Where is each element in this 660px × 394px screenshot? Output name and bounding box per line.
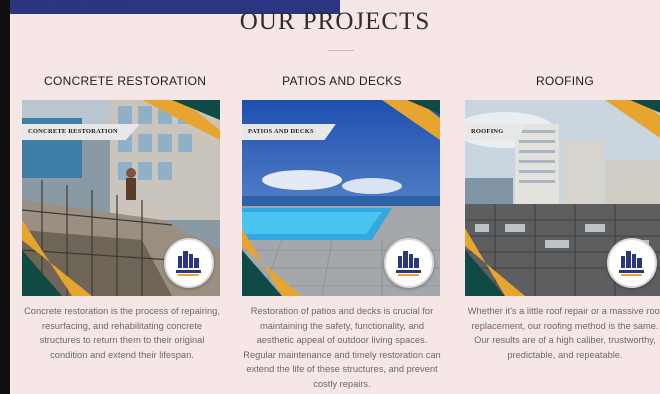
page-title: OUR PROJECTS xyxy=(239,8,431,35)
project-card-concrete[interactable]: CONCRETE RESTORATION CONCRETE RESTORATIO… xyxy=(22,72,222,362)
project-description: Restoration of patios and decks is cruci… xyxy=(243,306,441,389)
city-skyline-logo-icon xyxy=(396,251,421,276)
project-card-roofing[interactable]: ROOFING ROOFING Whether it's a little ro… xyxy=(465,72,660,362)
company-logo-badge xyxy=(164,238,214,288)
city-skyline-logo-icon xyxy=(176,251,201,276)
project-image[interactable]: CONCRETE RESTORATION xyxy=(22,100,220,296)
project-image[interactable]: PATIOS AND DECKS xyxy=(242,100,440,296)
project-image[interactable]: ROOFING xyxy=(465,100,660,296)
company-logo-badge xyxy=(384,238,434,288)
page-frame: NEW OUR PROJECTS CONCRETE RESTORATION xyxy=(10,0,660,394)
project-tag: CONCRETE RESTORATION xyxy=(22,124,140,140)
project-card-patios[interactable]: PATIOS AND DECKS PATIOS AND DECKS Restor… xyxy=(242,72,442,391)
city-skyline-logo-icon xyxy=(619,251,644,276)
company-logo-badge xyxy=(607,238,657,288)
project-description: Whether it's a little roof repair or a m… xyxy=(467,306,660,360)
project-title: ROOFING xyxy=(535,74,595,88)
project-tag: PATIOS AND DECKS xyxy=(242,124,336,140)
project-title: PATIOS AND DECKS xyxy=(282,74,402,88)
title-divider xyxy=(328,50,354,51)
project-tag: ROOFING xyxy=(465,124,526,140)
project-title: CONCRETE RESTORATION xyxy=(44,74,207,88)
project-description: Concrete restoration is the process of r… xyxy=(24,306,220,360)
